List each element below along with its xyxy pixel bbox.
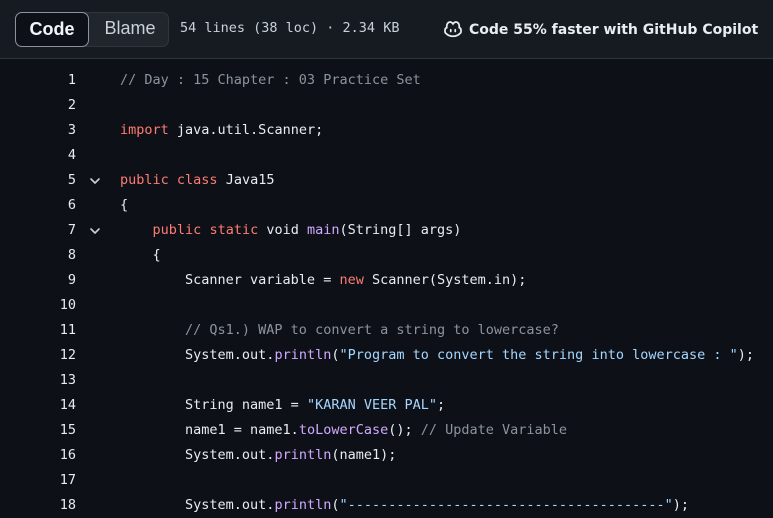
line-number[interactable]: 16 [20, 443, 76, 468]
code-line: 5 public class Java15 [0, 168, 773, 193]
line-number[interactable]: 10 [20, 293, 76, 318]
code-line: 4 [0, 143, 773, 168]
line-number[interactable]: 6 [20, 193, 76, 218]
code-token: println [274, 347, 332, 363]
code-line: 13 [0, 368, 773, 393]
code-token: "KARAN VEER PAL" [306, 397, 437, 413]
code-token: name1 = name1. [120, 422, 299, 438]
code-token: // Update Variable [420, 422, 568, 438]
code-token: class [176, 172, 218, 188]
code-text: public class Java15 [120, 168, 274, 193]
code-token: import [120, 122, 169, 138]
line-number[interactable]: 14 [20, 393, 76, 418]
code-line: 6{ [0, 193, 773, 218]
code-text: System.out.println("Program to convert t… [120, 343, 754, 368]
code-line: 14 String name1 = "KARAN VEER PAL"; [0, 393, 773, 418]
code-view: 1 // Day : 15 Chapter : 03 Practice Set 2 3… [0, 68, 773, 518]
copilot-icon [443, 18, 463, 42]
code-token: (); [388, 422, 421, 438]
line-number[interactable]: 3 [20, 118, 76, 143]
code-token: "---------------------------------------… [339, 497, 673, 513]
code-text: // Day : 15 Chapter : 03 Practice Set [120, 68, 421, 93]
line-number[interactable]: 11 [20, 318, 76, 343]
code-token: new [339, 272, 364, 288]
file-toolbar: Code Blame 54 lines (38 loc) · 2.34 KB C… [0, 0, 773, 59]
code-line: 10 [0, 293, 773, 318]
code-token: println [274, 497, 332, 513]
code-token: void [258, 222, 307, 238]
line-number[interactable]: 8 [20, 243, 76, 268]
code-token: static [209, 222, 259, 238]
code-token: public [152, 222, 202, 238]
code-line: 12 System.out.println("Program to conver… [0, 343, 773, 368]
code-token: Scanner variable = [120, 272, 340, 288]
code-token: Scanner(System.in); [363, 272, 527, 288]
line-number[interactable]: 9 [20, 268, 76, 293]
code-line: 3 import java.util.Scanner; [0, 118, 773, 143]
code-token: Java15 [217, 172, 275, 188]
code-text: import java.util.Scanner; [120, 118, 323, 143]
code-text: Scanner variable = new Scanner(System.in… [120, 268, 526, 293]
code-line: 1 // Day : 15 Chapter : 03 Practice Set [0, 68, 773, 93]
code-line: 8 { [0, 243, 773, 268]
file-info: 54 lines (38 loc) · 2.34 KB [180, 20, 400, 36]
code-text: String name1 = "KARAN VEER PAL"; [120, 393, 445, 418]
code-token: // Qs1.) WAP to convert a string to lowe… [120, 322, 559, 338]
code-line: 7 public static void main(String[] args) [0, 218, 773, 243]
code-text: { [120, 193, 128, 218]
line-number[interactable]: 17 [20, 468, 76, 493]
fold-chevron-icon[interactable] [86, 168, 104, 193]
line-number[interactable]: 1 [20, 68, 76, 93]
copilot-promo-button[interactable]: Code 55% faster with GitHub Copilot [443, 18, 758, 42]
code-token: (name1); [331, 447, 397, 463]
code-line: 15 name1 = name1.toLowerCase(); // Updat… [0, 418, 773, 443]
code-token: (String[] args) [339, 222, 462, 238]
code-token: main [307, 222, 340, 238]
code-token: toLowerCase [298, 422, 389, 438]
line-number[interactable]: 12 [20, 343, 76, 368]
code-token: ); [672, 497, 689, 513]
code-text: public static void main(String[] args) [120, 218, 462, 243]
copilot-label: Code 55% faster with GitHub Copilot [469, 22, 759, 38]
view-mode-toggle: Code Blame [15, 12, 169, 47]
line-number[interactable]: 15 [20, 418, 76, 443]
code-tab[interactable]: Code [15, 12, 89, 47]
code-token: { [120, 247, 161, 263]
code-token: "Program to convert the string into lowe… [339, 347, 738, 363]
code-line: 9 Scanner variable = new Scanner(System.… [0, 268, 773, 293]
code-line: 16 System.out.println(name1); [0, 443, 773, 468]
line-number[interactable]: 13 [20, 368, 76, 393]
code-token: ); [737, 347, 755, 363]
code-token: // Day : 15 Chapter : 03 Practice Set [120, 72, 421, 88]
code-token: System.out. [120, 497, 275, 513]
line-number[interactable]: 4 [20, 143, 76, 168]
code-line: 18 System.out.println("-----------------… [0, 493, 773, 518]
code-line: 2 [0, 93, 773, 118]
code-text: System.out.println(name1); [120, 443, 396, 468]
code-token: { [120, 197, 129, 213]
line-number[interactable]: 2 [20, 93, 76, 118]
code-text: { [120, 243, 161, 268]
code-token: System.out. [120, 347, 275, 363]
fold-chevron-icon[interactable] [86, 218, 104, 243]
line-number[interactable]: 5 [20, 168, 76, 193]
line-number[interactable]: 7 [20, 218, 76, 243]
code-line: 11 // Qs1.) WAP to convert a string to l… [0, 318, 773, 343]
code-token: ; [436, 397, 446, 413]
code-token: String name1 = [120, 397, 307, 413]
code-token: java.util.Scanner; [168, 122, 324, 138]
code-token: public [120, 172, 169, 188]
code-token: println [274, 447, 332, 463]
code-text: // Qs1.) WAP to convert a string to lowe… [120, 318, 559, 343]
code-text: System.out.println("--------------------… [120, 493, 689, 518]
line-number[interactable]: 18 [20, 493, 76, 518]
code-line: 17 [0, 468, 773, 493]
code-text: name1 = name1.toLowerCase(); // Update V… [120, 418, 567, 443]
blame-tab[interactable]: Blame [92, 12, 168, 47]
code-token: System.out. [120, 447, 275, 463]
